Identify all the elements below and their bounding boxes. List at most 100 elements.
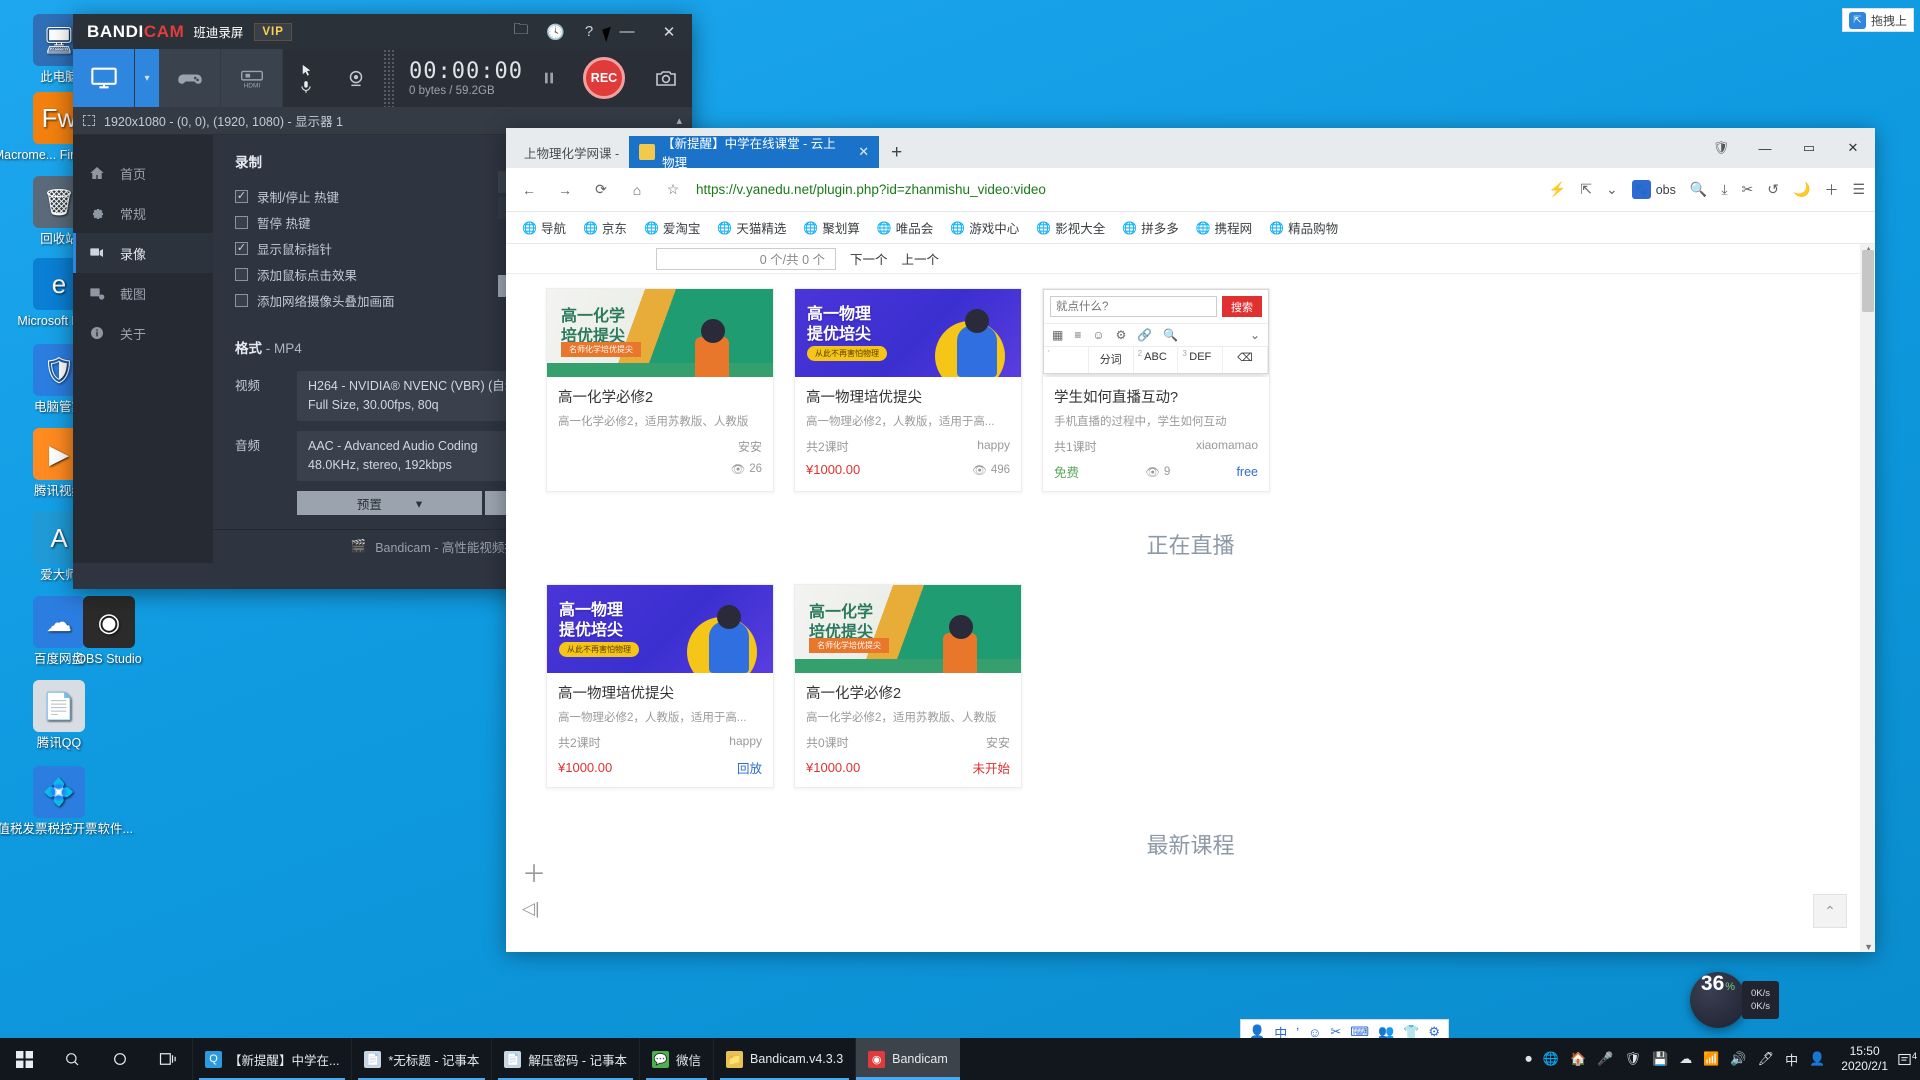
course-card[interactable]: 高一物理 提优培尖 从此不再害怕物理 高一物理培优提尖 高一物理必修2，人教版，适用于高… bbox=[546, 584, 774, 788]
ime-keyrow[interactable]: ' 分词 2 ABC 3 DEF ⌫ bbox=[1044, 347, 1268, 373]
bookmark-item[interactable]: 🌐 影视大全 bbox=[1030, 216, 1111, 239]
bookmark-item[interactable]: 🌐 精品购物 bbox=[1263, 216, 1344, 239]
desktop-icon-10[interactable]: 📄 腾讯QQ bbox=[0, 680, 134, 750]
bookmark-star-icon[interactable]: ☆ bbox=[660, 177, 686, 203]
volume-icon[interactable]: 🔊 bbox=[1730, 1051, 1746, 1067]
bandicam-nav-video[interactable]: 录像 bbox=[73, 233, 213, 273]
safe-icon[interactable]: 🏠 bbox=[1570, 1051, 1586, 1067]
pen-icon[interactable]: 🖊 bbox=[1758, 1051, 1775, 1067]
ime-key[interactable]: ' bbox=[1044, 347, 1089, 373]
bookmark-item[interactable]: 🌐 爱淘宝 bbox=[638, 216, 706, 239]
emoji-icon[interactable]: ☺ bbox=[1092, 328, 1104, 342]
usb-icon[interactable]: 💾 bbox=[1652, 1051, 1668, 1067]
obs-extension-badge[interactable]: 🐾 obs bbox=[1631, 180, 1676, 199]
checkbox-show-cursor[interactable] bbox=[235, 241, 248, 255]
forward-icon[interactable]: → bbox=[552, 177, 578, 203]
ime-key[interactable]: 3 DEF bbox=[1178, 347, 1224, 373]
scroll-down-icon[interactable]: ▼ bbox=[1864, 942, 1873, 952]
cortana-icon[interactable] bbox=[96, 1038, 144, 1080]
course-thumbnail[interactable]: 高一物理 提优培尖 从此不再害怕物理 bbox=[547, 585, 773, 673]
folder-icon[interactable]: 🗀 bbox=[512, 19, 530, 44]
taskbar-item[interactable]: Q 【新提醒】中学在... bbox=[192, 1038, 351, 1080]
browser-window-controls[interactable]: 🛡 — ▭ ✕ bbox=[1699, 128, 1875, 168]
course-thumbnail[interactable]: 高一化学 培优提尖 名师化学培优提尖 bbox=[547, 289, 773, 377]
ime-key[interactable]: 2 ABC bbox=[1134, 347, 1179, 373]
browser-urlbar[interactable]: ← → ⟳ ⌂ ☆ https://v.yanedu.net/plugin.ph… bbox=[506, 168, 1875, 212]
bookmark-item[interactable]: 🌐 携程网 bbox=[1190, 216, 1258, 239]
ime-icon[interactable]: 中 bbox=[1785, 1050, 1798, 1069]
ime-search-input[interactable] bbox=[1050, 296, 1217, 317]
ime-key[interactable]: ⌫ bbox=[1223, 347, 1268, 373]
taskbar-item[interactable]: 📄 *无标题 - 记事本 bbox=[351, 1038, 491, 1080]
wifi-icon[interactable]: 📶 bbox=[1703, 1051, 1719, 1067]
moon-icon[interactable]: 🌙 bbox=[1793, 181, 1810, 198]
desktop-icon-9[interactable]: ◉ OBS Studio bbox=[34, 596, 184, 666]
user-icon[interactable]: 👤 bbox=[1809, 1051, 1825, 1067]
bookmark-item[interactable]: 🌐 京东 bbox=[577, 216, 633, 239]
taskbar-item[interactable]: 📄 解压密码 - 记事本 bbox=[491, 1038, 639, 1080]
ime-search-row[interactable]: 搜索 bbox=[1044, 290, 1268, 323]
network-speed-widget[interactable]: 36 % 0K/s 0K/s bbox=[1690, 972, 1780, 1028]
course-title[interactable]: 高一物理培优提尖 bbox=[806, 386, 1010, 407]
vip-badge[interactable]: VIP bbox=[254, 22, 292, 41]
scissors-icon[interactable]: ✂ bbox=[1742, 181, 1754, 198]
net-icon[interactable]: ☁ bbox=[1679, 1051, 1692, 1067]
scrollbar-thumb[interactable] bbox=[1862, 250, 1874, 312]
shield-icon[interactable]: 🛡 bbox=[1699, 128, 1743, 168]
lock-icon[interactable]: ⚙ bbox=[1116, 328, 1127, 342]
back-to-top-button[interactable]: ⌃ bbox=[1813, 894, 1847, 928]
browser-window[interactable]: 上物理化学网课 - 【新提醒】中学在线课堂 - 云上物理 ✕ + 🛡 — ▭ ✕… bbox=[506, 128, 1875, 952]
bandicam-sidebar[interactable]: 首页 常规 录像 截图 关于 bbox=[73, 135, 213, 563]
bookmark-item[interactable]: 🌐 唯品会 bbox=[871, 216, 939, 239]
game-mode-button[interactable] bbox=[159, 49, 221, 107]
taskbar-item[interactable]: 📁 Bandicam.v4.3.3 bbox=[713, 1038, 855, 1080]
undo-icon[interactable]: ↺ bbox=[1767, 181, 1779, 198]
chevron-down-icon[interactable]: ⌄ bbox=[1250, 328, 1260, 342]
course-status-badge[interactable]: 回放 bbox=[737, 758, 762, 777]
link-icon[interactable]: 🔗 bbox=[1137, 328, 1152, 342]
checkbox-pause-hotkey[interactable] bbox=[235, 215, 248, 229]
shield-icon[interactable]: 🛡 bbox=[1624, 1051, 1641, 1067]
course-thumbnail[interactable]: 高一化学 培优提尖 名师化学培优提尖 bbox=[795, 585, 1021, 673]
grid-icon[interactable]: ▦ bbox=[1052, 328, 1063, 342]
bookmark-item[interactable]: 🌐 游戏中心 bbox=[944, 216, 1025, 239]
browser-tabstrip[interactable]: 上物理化学网课 - 【新提醒】中学在线课堂 - 云上物理 ✕ + 🛡 — ▭ ✕ bbox=[506, 128, 1875, 170]
back-icon[interactable]: ← bbox=[516, 177, 542, 203]
new-tab-button[interactable]: + bbox=[879, 142, 914, 168]
find-prev-link[interactable]: 上一个 bbox=[902, 249, 940, 268]
maximize-button[interactable]: ▭ bbox=[1787, 128, 1831, 168]
search-icon[interactable]: 🔍 bbox=[1163, 328, 1178, 342]
home-icon[interactable]: ⌂ bbox=[624, 177, 650, 203]
checkbox-click-effect[interactable] bbox=[235, 267, 248, 281]
bandicam-nav-screenshot[interactable]: 截图 bbox=[73, 273, 213, 313]
url-input[interactable]: https://v.yanedu.net/plugin.php?id=zhanm… bbox=[696, 182, 1539, 197]
bookmark-item[interactable]: 🌐 拼多多 bbox=[1116, 216, 1184, 239]
taskbar-tasks[interactable]: Q 【新提醒】中学在... 📄 *无标题 - 记事本 📄 解压密码 - 记事本 💬 微信 📁 Ba… bbox=[192, 1038, 960, 1080]
cursor-and-mic-toggles[interactable] bbox=[283, 49, 329, 107]
course-title[interactable]: 学生如何直播互动? bbox=[1054, 386, 1258, 407]
top-right-widget[interactable]: ⇱ 拖拽上 bbox=[1841, 8, 1914, 32]
close-tab-icon[interactable]: ✕ bbox=[858, 144, 869, 160]
notifications-button[interactable]: 4 bbox=[1888, 1050, 1920, 1067]
bookmark-item[interactable]: 🌐 聚划算 bbox=[797, 216, 865, 239]
pause-button[interactable] bbox=[530, 49, 568, 107]
taskview-icon[interactable] bbox=[144, 1038, 192, 1080]
list-icon[interactable]: ≡ bbox=[1074, 328, 1081, 342]
lightning-icon[interactable]: ⚡ bbox=[1549, 181, 1566, 198]
urlbar-actions[interactable]: ⚡ ⇱ ⌄ 🐾 obs 🔍 ⤓ ✂ ↺ 🌙 ＋ ☰ bbox=[1549, 180, 1865, 200]
chevron-down-icon[interactable]: ▾ bbox=[135, 49, 159, 107]
bandicam-titlebar[interactable]: BANDICAM 班迪录屏 VIP 🗀 🕓 ? — ✕ bbox=[73, 14, 692, 49]
history-icon[interactable]: 🕓 bbox=[546, 23, 565, 41]
add-icon[interactable]: ＋ bbox=[1824, 180, 1838, 200]
bandicam-toolbar[interactable]: ▾ HDMI 00:00:00 0 bytes / 59.2GB REC bbox=[73, 49, 692, 107]
course-thumbnail[interactable]: 搜索 ▦ ≡ ☺ ⚙ 🔗 🔍 ⌄ '分词2ABC3DEF⌫ bbox=[1043, 289, 1269, 377]
chrome-icon[interactable]: 🌐 bbox=[1543, 1051, 1559, 1067]
taskbar-item[interactable]: 💬 微信 bbox=[639, 1038, 713, 1080]
search-icon[interactable]: 🔍 bbox=[1690, 181, 1707, 198]
record-button-wrap[interactable]: REC bbox=[568, 49, 640, 107]
bookmark-item[interactable]: 🌐 导航 bbox=[516, 216, 572, 239]
add-button[interactable]: ＋ bbox=[522, 854, 546, 889]
bandicam-nav-gear[interactable]: 常规 bbox=[73, 193, 213, 233]
taskbar-item[interactable]: ◉ Bandicam bbox=[855, 1038, 960, 1080]
preset-button[interactable]: 预置 ▾ bbox=[297, 491, 482, 515]
